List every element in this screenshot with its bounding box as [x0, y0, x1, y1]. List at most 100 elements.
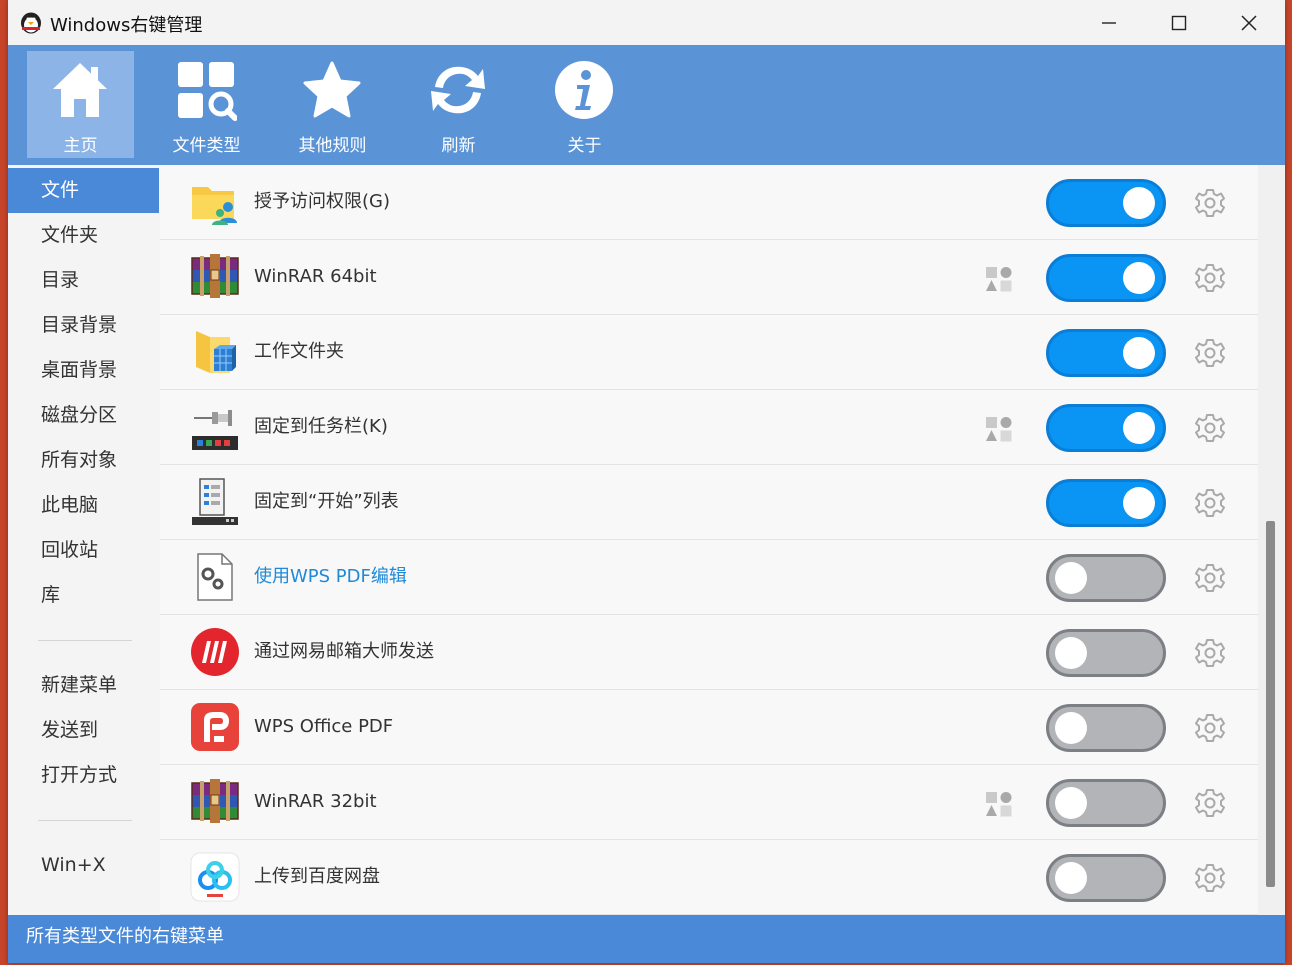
row-label: 授予访问权限(G): [254, 191, 390, 212]
sidebar-item-library[interactable]: 库: [8, 573, 159, 618]
toggle-knob: [1123, 487, 1155, 519]
list-item: 通过网易邮箱大师发送: [160, 615, 1258, 690]
enable-toggle[interactable]: [1046, 779, 1166, 827]
toggle-knob: [1123, 412, 1155, 444]
toolbar-home[interactable]: 主页: [27, 51, 134, 158]
row-label: 工作文件夹: [254, 341, 344, 362]
gear-icon[interactable]: [1194, 337, 1226, 369]
sidebar: 文件 文件夹 目录 目录背景 桌面背景 磁盘分区 所有对象 此电脑 回收站 库 …: [8, 165, 160, 915]
scrollbar-thumb[interactable]: [1266, 521, 1275, 887]
list-item: WinRAR 64bit: [160, 240, 1258, 315]
sidebar-item-win-x[interactable]: Win+X: [8, 843, 159, 888]
sidebar-item-file[interactable]: 文件: [8, 168, 159, 213]
star-icon: [303, 61, 361, 118]
home-icon: [53, 63, 107, 117]
sidebar-item-directory[interactable]: 目录: [8, 258, 159, 303]
close-icon: [1241, 14, 1257, 31]
enable-toggle[interactable]: [1046, 179, 1166, 227]
list-item: 使用WPS PDF编辑: [160, 540, 1258, 615]
title-bar[interactable]: Windows右键管理: [8, 0, 1285, 45]
toolbar-file-types[interactable]: 文件类型: [153, 51, 260, 158]
list-item: 授予访问权限(G): [160, 165, 1258, 240]
sidebar-divider: [38, 820, 132, 821]
maximize-icon: [1171, 15, 1187, 30]
minimize-icon: [1102, 21, 1116, 24]
list-item: 上传到百度网盘: [160, 840, 1258, 915]
gear-icon[interactable]: [1194, 862, 1226, 894]
row-label: 固定到“开始”列表: [254, 491, 399, 512]
gear-icon[interactable]: [1194, 187, 1226, 219]
toggle-knob: [1055, 562, 1087, 594]
sidebar-item-send-to[interactable]: 发送到: [8, 708, 159, 753]
row-label: 上传到百度网盘: [254, 866, 380, 887]
toolbar-about[interactable]: 关于: [531, 51, 638, 158]
sidebar-item-all-objects[interactable]: 所有对象: [8, 438, 159, 483]
sidebar-item-directory-background[interactable]: 目录背景: [8, 303, 159, 348]
toggle-knob: [1055, 637, 1087, 669]
winrar-icon: [191, 779, 239, 823]
enable-toggle[interactable]: [1046, 554, 1166, 602]
netease-mail-icon: [191, 628, 239, 676]
sidebar-item-open-with[interactable]: 打开方式: [8, 753, 159, 798]
row-label: WinRAR 64bit: [254, 266, 377, 287]
app-logo-icon: [21, 12, 41, 34]
row-label: WinRAR 32bit: [254, 791, 377, 812]
row-label[interactable]: 使用WPS PDF编辑: [254, 540, 407, 614]
app-window: Windows右键管理 主页 文件类型 其他规则 刷新 关于 文件 文件夹 目录…: [8, 0, 1285, 963]
gear-icon[interactable]: [1194, 562, 1226, 594]
toggle-knob: [1123, 187, 1155, 219]
sidebar-item-recycle-bin[interactable]: 回收站: [8, 528, 159, 573]
wps-pdf-icon: [191, 703, 239, 751]
enable-toggle[interactable]: [1046, 329, 1166, 377]
shell-extension-icon: [986, 792, 1012, 817]
maximize-button[interactable]: [1145, 0, 1213, 45]
list-item: 工作文件夹: [160, 315, 1258, 390]
gear-icon[interactable]: [1194, 412, 1226, 444]
winrar-icon: [191, 254, 239, 298]
sidebar-item-drive[interactable]: 磁盘分区: [8, 393, 159, 438]
sidebar-item-folder[interactable]: 文件夹: [8, 213, 159, 258]
gear-icon[interactable]: [1194, 637, 1226, 669]
gear-icon[interactable]: [1194, 487, 1226, 519]
refresh-icon: [431, 66, 485, 114]
toggle-knob: [1055, 862, 1087, 894]
toggle-knob: [1055, 787, 1087, 819]
toggle-knob: [1055, 712, 1087, 744]
window-title: Windows右键管理: [50, 15, 203, 36]
share-folder-icon: [192, 187, 237, 225]
pin-taskbar-icon: [192, 410, 238, 450]
list-item: WinRAR 32bit: [160, 765, 1258, 840]
sidebar-item-new-menu[interactable]: 新建菜单: [8, 663, 159, 708]
toolbar-refresh[interactable]: 刷新: [405, 51, 512, 158]
enable-toggle[interactable]: [1046, 704, 1166, 752]
toggle-knob: [1123, 337, 1155, 369]
shell-extension-icon: [986, 417, 1012, 442]
sidebar-item-desktop-background[interactable]: 桌面背景: [8, 348, 159, 393]
enable-toggle[interactable]: [1046, 629, 1166, 677]
gear-icon[interactable]: [1194, 712, 1226, 744]
close-button[interactable]: [1215, 0, 1283, 45]
toolbar-refresh-label: 刷新: [441, 136, 476, 156]
gear-icon[interactable]: [1194, 262, 1226, 294]
list-item: 固定到“开始”列表: [160, 465, 1258, 540]
enable-toggle[interactable]: [1046, 854, 1166, 902]
enable-toggle[interactable]: [1046, 254, 1166, 302]
row-label: WPS Office PDF: [254, 716, 394, 737]
gear-icon[interactable]: [1194, 787, 1226, 819]
toolbar-home-label: 主页: [63, 136, 98, 156]
context-menu-list: 授予访问权限(G) WinRAR 64bit 工作文件夹 固定到任务栏(K) 固…: [160, 165, 1258, 915]
list-item: WPS Office PDF: [160, 690, 1258, 765]
sidebar-item-this-pc[interactable]: 此电脑: [8, 483, 159, 528]
minimize-button[interactable]: [1075, 0, 1143, 45]
vertical-scrollbar[interactable]: [1258, 165, 1285, 915]
toolbar-other-rules[interactable]: 其他规则: [279, 51, 386, 158]
grid-search-icon: [178, 62, 237, 121]
row-label: 通过网易邮箱大师发送: [254, 641, 434, 662]
enable-toggle[interactable]: [1046, 404, 1166, 452]
pin-start-icon: [192, 478, 238, 525]
sidebar-divider: [38, 640, 132, 641]
toolbar-about-label: 关于: [567, 136, 602, 156]
toolbar-file-types-label: 文件类型: [172, 136, 241, 156]
info-icon: [555, 61, 613, 119]
enable-toggle[interactable]: [1046, 479, 1166, 527]
